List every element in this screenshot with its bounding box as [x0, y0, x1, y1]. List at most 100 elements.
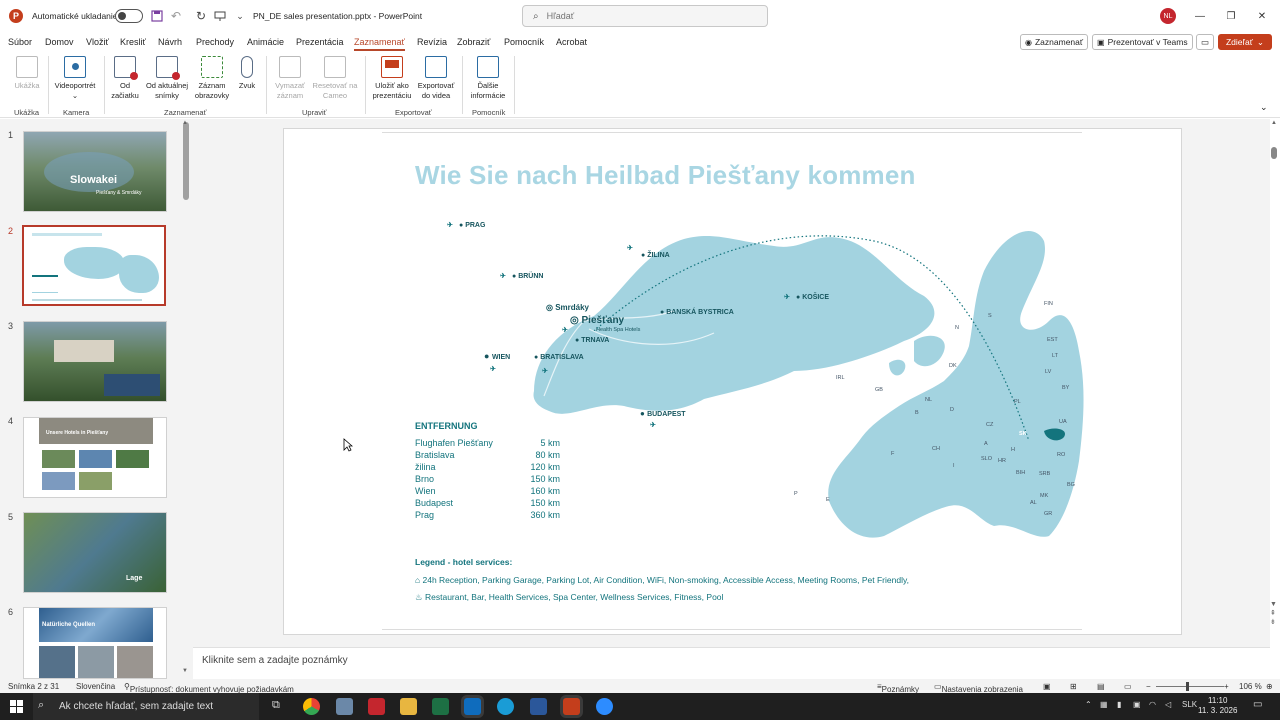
tab-slideshow[interactable]: Prezentácia	[296, 37, 344, 47]
share-button[interactable]: Zdieľať ⌄	[1218, 34, 1272, 50]
accessibility-status[interactable]: ⚲ Prístupnosť: dokument vyhovuje požiada…	[124, 682, 294, 694]
customize-toolbar-icon[interactable]: ⌄	[232, 8, 248, 24]
tab-transitions[interactable]: Prechody	[196, 37, 234, 47]
slide-thumbnail-2[interactable]	[22, 225, 166, 306]
export-video-button[interactable]: Exportovať do videa	[415, 56, 457, 101]
undo-icon[interactable]: ↶	[168, 8, 184, 24]
zoom-app-icon[interactable]	[596, 698, 613, 715]
present-icon[interactable]	[212, 8, 228, 24]
zoom-slider[interactable]	[1156, 686, 1224, 687]
record-from-start-button[interactable]: Od začiatku	[108, 56, 142, 101]
video-portrait-button[interactable]: Videoportrét ⌄	[52, 56, 98, 101]
app-icon[interactable]	[336, 698, 353, 715]
collapse-ribbon-icon[interactable]: ⌄	[1260, 102, 1268, 113]
close-icon[interactable]: ✕	[1254, 8, 1270, 24]
chrome-icon[interactable]	[303, 698, 320, 715]
network-icon[interactable]: ▦	[1100, 700, 1108, 709]
outlook-tray-icon[interactable]: ▣	[1133, 700, 1141, 709]
slide-sorter-icon[interactable]: ⊞	[1070, 682, 1077, 691]
word-icon[interactable]	[530, 698, 547, 715]
scroll-up-icon[interactable]: ▲	[182, 120, 188, 126]
normal-view-icon[interactable]: ▣	[1043, 682, 1051, 691]
tab-home[interactable]: Domov	[45, 37, 74, 47]
record-from-current-button[interactable]: Od aktuálnej snímky	[144, 56, 190, 101]
airplane-icon: ✈	[627, 245, 633, 252]
distance-heading: ENTFERNUNG	[415, 421, 478, 431]
save-as-show-button[interactable]: Uložiť ako prezentáciu	[370, 56, 414, 101]
airplane-icon: ✈	[542, 368, 548, 375]
reset-to-cameo-button[interactable]: Resetovať na Cameo	[310, 56, 360, 101]
excel-icon[interactable]	[432, 698, 449, 715]
slide-thumbnail-4[interactable]: Unsere Hotels in Piešťany	[23, 417, 167, 498]
preview-button[interactable]: Ukážka	[10, 56, 44, 91]
notifications-icon[interactable]: ▭	[1253, 699, 1262, 710]
outlook-icon[interactable]	[464, 698, 481, 715]
language-indicator[interactable]: Slovenčina	[76, 682, 115, 691]
slide-thumbnail-1[interactable]: Slowakei Piešťany & Smrdáky	[23, 131, 167, 212]
clear-recording-button[interactable]: Vymazať záznam	[270, 56, 310, 101]
tab-help[interactable]: Pomocník	[504, 37, 544, 47]
redo-icon[interactable]: ↻	[193, 8, 209, 24]
wifi-icon[interactable]: ◠	[1149, 700, 1156, 709]
taskbar-clock[interactable]: 11:10 11. 3. 2026	[1198, 696, 1237, 716]
thumbnails-scrollbar[interactable]	[183, 122, 189, 200]
edge-icon[interactable]	[497, 698, 514, 715]
taskbar-search[interactable]: Ak chcete hľadať, sem zadajte text	[33, 693, 259, 720]
comments-icon[interactable]: ▭	[1196, 34, 1214, 50]
search-box[interactable]: ⌕	[522, 5, 768, 27]
tab-review[interactable]: Revízia	[417, 37, 447, 47]
acrobat-icon[interactable]	[368, 698, 385, 715]
autosave-toggle[interactable]	[115, 9, 143, 23]
zoom-out-icon[interactable]: −	[1146, 682, 1151, 691]
tab-acrobat[interactable]: Acrobat	[556, 37, 587, 47]
tab-file[interactable]: Súbor	[8, 37, 32, 47]
slide-thumbnail-6[interactable]: Natürliche Quellen	[23, 607, 167, 679]
editor-scrollbar[interactable]	[1271, 147, 1277, 159]
clock-date: 11. 3. 2026	[1198, 706, 1238, 715]
slide-thumbnail-5[interactable]: Lage	[23, 512, 167, 593]
tab-insert[interactable]: Vložiť	[86, 37, 109, 47]
slideshow-icon[interactable]: ▭	[1124, 682, 1132, 691]
present-in-teams-button[interactable]: ▣ Prezentovať v Teams	[1092, 34, 1193, 50]
display-settings[interactable]: ▭ Nastavenia zobrazenia	[934, 682, 1023, 694]
tab-record[interactable]: Zaznamenať	[354, 37, 405, 51]
powerpoint-taskbar-icon[interactable]	[563, 698, 580, 715]
more-info-button[interactable]: Ďalšie informácie	[466, 56, 510, 101]
minimize-icon[interactable]: —	[1192, 8, 1208, 24]
microphone-icon[interactable]: ▮	[1117, 700, 1121, 709]
reading-view-icon[interactable]: ▤	[1097, 682, 1105, 691]
notes-toggle[interactable]: ≡ Poznámky	[877, 682, 919, 694]
mouse-cursor-icon	[343, 438, 353, 452]
tab-draw[interactable]: Kresliť	[120, 37, 146, 47]
reset-to-cameo-label: Resetovať na Cameo	[312, 81, 358, 100]
tray-chevron-icon[interactable]: ⌃	[1085, 700, 1092, 709]
volume-icon[interactable]: ◁	[1165, 700, 1171, 709]
audio-button[interactable]: Zvuk	[235, 56, 259, 91]
keyboard-language[interactable]: SLK	[1182, 700, 1197, 709]
save-as-show-label: Uložiť ako prezentáciu	[372, 81, 412, 100]
slide-canvas[interactable]: Wie Sie nach Heilbad Piešťany kommen ✈ ●…	[283, 128, 1182, 635]
scroll-down-icon[interactable]: ▼	[182, 668, 188, 674]
save-icon[interactable]	[149, 8, 165, 24]
fit-to-window-icon[interactable]: ⊕	[1266, 682, 1273, 691]
search-input[interactable]	[546, 11, 747, 21]
record-button[interactable]: ◉ Zaznamenať	[1020, 34, 1089, 50]
group-separator	[104, 56, 105, 114]
zoom-level[interactable]: 106 %	[1239, 682, 1262, 691]
zoom-in-icon[interactable]: +	[1224, 682, 1229, 691]
distance-row: Bratislava 80 km	[415, 450, 560, 460]
notes-pane[interactable]: Kliknite sem a zadajte poznámky	[193, 647, 1270, 677]
maximize-icon[interactable]: ❐	[1223, 8, 1239, 24]
tab-view[interactable]: Zobraziť	[457, 37, 490, 47]
task-view-icon[interactable]: ⧉	[272, 699, 280, 712]
scroll-up-icon[interactable]: ▲	[1271, 120, 1277, 126]
screen-recording-button[interactable]: Záznam obrazovky	[192, 56, 232, 101]
slide-thumbnail-3[interactable]	[23, 321, 167, 402]
scroll-nav-icons[interactable]: ▼ ⇞ ⇟	[1270, 600, 1277, 627]
file-explorer-icon[interactable]	[400, 698, 417, 715]
windows-start-icon[interactable]	[10, 700, 23, 713]
tab-animations[interactable]: Animácie	[247, 37, 284, 47]
zoom-slider-thumb[interactable]	[1186, 682, 1189, 691]
tab-design[interactable]: Návrh	[158, 37, 182, 47]
avatar[interactable]: NL	[1160, 8, 1176, 24]
